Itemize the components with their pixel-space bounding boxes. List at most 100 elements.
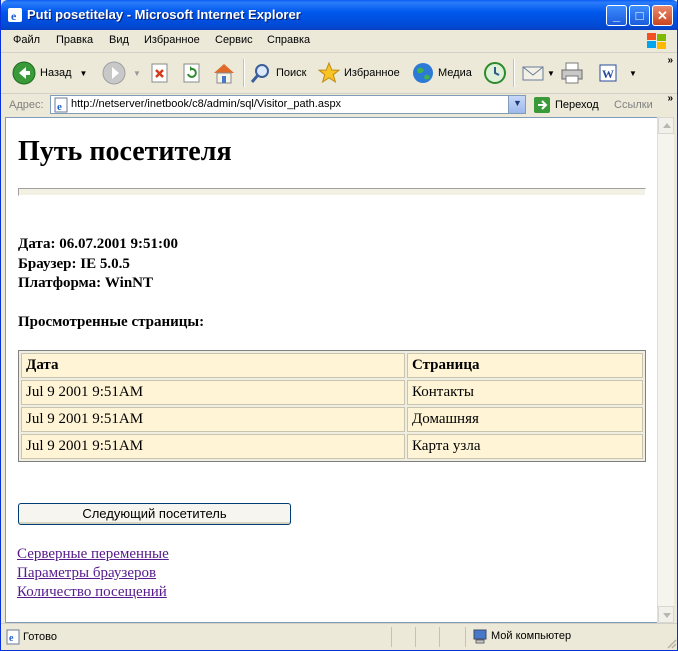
windows-logo-icon	[647, 33, 666, 49]
go-arrow-icon	[534, 97, 550, 113]
menu-help[interactable]: Справка	[267, 34, 310, 46]
zone-label: Мой компьютер	[491, 630, 572, 642]
menu-edit[interactable]: Правка	[56, 34, 93, 46]
menu-file[interactable]: Файл	[13, 34, 40, 46]
refresh-button[interactable]	[181, 59, 203, 87]
status-divider	[415, 627, 416, 647]
go-label: Переход	[555, 99, 599, 111]
refresh-icon	[183, 63, 200, 83]
page-viewport[interactable]: Путь посетителя Дата: 06.07.2001 9:51:00…	[5, 117, 657, 623]
security-zone[interactable]: Мой компьютер	[472, 628, 571, 644]
table-row: Jul 9 2001 9:51AM Домашняя	[21, 407, 643, 432]
title-bar[interactable]: e Puti posetitelay - Microsoft Internet …	[1, 0, 677, 30]
mail-button[interactable]: ▼	[521, 59, 555, 87]
vertical-scrollbar[interactable]	[657, 117, 674, 623]
address-url: http://netserver/inetbook/c8/admin/sql/V…	[71, 98, 342, 110]
back-dropdown-icon[interactable]: ▼	[80, 69, 88, 78]
page-title: Путь посетителя	[18, 136, 232, 167]
chevron-down-icon: ▼	[513, 98, 522, 108]
window-title: Puti posetitelay - Microsoft Internet Ex…	[27, 7, 301, 22]
forward-dropdown-icon[interactable]: ▼	[133, 69, 141, 78]
cell-date: Jul 9 2001 9:51AM	[21, 380, 405, 405]
print-button[interactable]	[559, 59, 585, 87]
mail-icon	[522, 66, 544, 81]
status-divider	[439, 627, 440, 647]
browser-window: e Puti posetitelay - Microsoft Internet …	[0, 0, 678, 651]
links-overflow-chevron[interactable]: »	[667, 93, 673, 104]
search-label: Поиск	[276, 67, 307, 79]
address-dropdown-button[interactable]: ▼	[508, 96, 525, 113]
table-row: Jul 9 2001 9:51AM Контакты	[21, 380, 643, 405]
svg-text:e: e	[11, 9, 17, 23]
my-computer-icon	[473, 629, 487, 644]
printer-icon	[561, 62, 583, 84]
next-visitor-button[interactable]: Следующий посетитель	[18, 503, 291, 525]
stop-icon	[151, 63, 168, 83]
stop-button[interactable]	[149, 59, 171, 87]
viewed-pages-heading: Просмотренные страницы:	[18, 314, 205, 330]
scroll-down-button[interactable]	[658, 606, 674, 623]
svg-text:W: W	[602, 67, 614, 81]
forward-arrow-icon	[102, 61, 126, 85]
favorites-label: Избранное	[344, 67, 400, 79]
status-divider	[465, 627, 466, 647]
address-label: Адрес:	[9, 99, 44, 111]
visit-platform: Платформа: WinNT	[18, 275, 153, 291]
svg-text:e: e	[57, 101, 62, 113]
status-divider	[391, 627, 392, 647]
back-arrow-icon	[12, 61, 36, 85]
arrow-down-icon	[663, 613, 671, 618]
menu-bar: Файл Правка Вид Избранное Сервис Справка	[1, 30, 677, 53]
favorites-button[interactable]: Избранное	[317, 59, 400, 87]
home-icon	[214, 64, 234, 84]
cell-date: Jul 9 2001 9:51AM	[21, 407, 405, 432]
mail-dropdown-icon[interactable]: ▼	[547, 69, 555, 78]
media-globe-icon	[413, 63, 433, 83]
scroll-up-button[interactable]	[658, 117, 674, 134]
home-button[interactable]	[211, 59, 237, 87]
menu-favorites[interactable]: Избранное	[144, 34, 200, 46]
column-header-date: Дата	[21, 353, 405, 378]
minimize-button[interactable]: _	[606, 5, 627, 26]
visited-pages-table: Дата Страница Jul 9 2001 9:51AM Контакты…	[18, 350, 646, 462]
address-input[interactable]: e http://netserver/inetbook/c8/admin/sql…	[50, 95, 526, 114]
close-button[interactable]: ✕	[652, 5, 673, 26]
arrow-up-icon	[663, 123, 671, 128]
history-button[interactable]	[483, 59, 507, 87]
menu-tools[interactable]: Сервис	[215, 34, 253, 46]
search-button[interactable]: Поиск	[249, 59, 306, 87]
visit-browser: Браузер: IE 5.0.5	[18, 256, 130, 272]
cell-date: Jul 9 2001 9:51AM	[21, 434, 405, 459]
media-label: Медиа	[438, 67, 472, 79]
resize-grip-icon[interactable]	[665, 637, 677, 649]
cell-page: Домашняя	[407, 407, 643, 432]
table-row: Jul 9 2001 9:51AM Карта узла	[21, 434, 643, 459]
server-variables-link[interactable]: Серверные переменные	[17, 546, 169, 563]
status-bar: e Готово Мой компьютер	[1, 623, 677, 650]
table-header-row: Дата Страница	[21, 353, 643, 378]
visit-count-link[interactable]: Количество посещений	[17, 584, 167, 601]
edit-dropdown-icon[interactable]: ▼	[629, 69, 637, 78]
toolbar-separator	[513, 59, 515, 87]
forward-button[interactable]: ▼	[101, 59, 141, 87]
toolbar: Назад ▼ ▼ Поиск Избранное Медиа ▼ W ▼ »	[1, 53, 677, 94]
media-button[interactable]: Медиа	[411, 59, 472, 87]
browser-params-link[interactable]: Параметры браузеров	[17, 565, 156, 582]
horizontal-rule	[18, 188, 646, 196]
back-button[interactable]: Назад ▼	[11, 59, 87, 87]
svg-text:e: e	[9, 633, 14, 644]
page-icon: e	[54, 97, 68, 113]
links-button[interactable]: Ссылки	[614, 99, 653, 111]
menu-view[interactable]: Вид	[109, 34, 129, 46]
cell-page: Контакты	[407, 380, 643, 405]
search-icon	[250, 64, 269, 83]
column-header-page: Страница	[407, 353, 643, 378]
maximize-button[interactable]: □	[629, 5, 650, 26]
go-button[interactable]: Переход	[533, 96, 599, 114]
toolbar-overflow-chevron[interactable]: »	[667, 55, 673, 66]
edit-word-button[interactable]: W ▼	[597, 59, 637, 87]
status-text: Готово	[23, 631, 57, 643]
favorites-star-icon	[317, 61, 341, 84]
cell-page: Карта узла	[407, 434, 643, 459]
ie-page-icon: e	[6, 629, 20, 645]
